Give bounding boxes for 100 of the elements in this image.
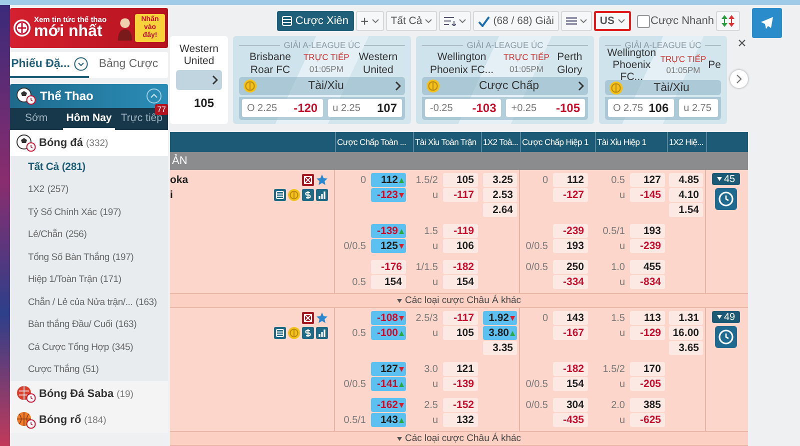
odds-button[interactable]: 304 xyxy=(553,398,588,412)
odds-button[interactable]: -182 xyxy=(443,260,478,274)
odds-button[interactable]: -139 xyxy=(443,377,478,391)
tab[interactable]: Phiếu Đặ... xyxy=(10,52,89,78)
market-item[interactable]: Hiệp 1/Toàn Trận (171) xyxy=(10,268,168,291)
close-icon[interactable] xyxy=(738,39,746,47)
more-asian-bets-link[interactable]: Các loại cược Châu Á khác xyxy=(170,431,748,445)
odds-button[interactable]: 1.31 xyxy=(669,311,703,325)
odds-button[interactable]: 3.80 xyxy=(483,326,517,340)
odds-button[interactable]: -176 xyxy=(371,260,406,274)
odds-button[interactable]: O 2.75 106 xyxy=(608,99,674,117)
market-item[interactable]: Tất Cả (281) xyxy=(10,156,168,178)
odds-button[interactable]: -334 xyxy=(553,275,588,289)
odds-format-dropdown[interactable]: US xyxy=(594,11,630,31)
odds-button[interactable]: -182 xyxy=(553,362,588,376)
odds-button[interactable]: -239 xyxy=(630,239,665,253)
market-bar[interactable]: Cược Chấp xyxy=(422,77,588,95)
odds-button[interactable]: 132 xyxy=(443,413,478,427)
odds-button[interactable]: 4.85 xyxy=(669,173,703,187)
odds-button[interactable]: 154 xyxy=(371,275,406,289)
odds-button[interactable]: 3.35 xyxy=(483,341,517,355)
odds-button[interactable]: -239 xyxy=(553,224,588,238)
odds-button[interactable]: -119 xyxy=(443,224,478,238)
market-bar[interactable]: Tài/Xỉu xyxy=(239,77,405,95)
market-bar[interactable] xyxy=(176,70,222,90)
market-item[interactable]: 1X2 (257) xyxy=(10,178,168,201)
odds-button[interactable]: -625 xyxy=(630,413,665,427)
odds-button[interactable]: 385 xyxy=(630,398,665,412)
odds-button[interactable]: 1.54 xyxy=(669,203,703,217)
parlay-button[interactable]: Cược Xiên xyxy=(277,11,354,31)
odds-button[interactable]: -0.25 -103 xyxy=(425,99,502,117)
more-bets-button[interactable]: 49 xyxy=(712,311,740,323)
market-item[interactable]: Cá Cược Tổng Hợp (345) xyxy=(10,336,168,358)
filter-dropdown[interactable]: Tất Cả xyxy=(386,11,438,31)
odds-button[interactable]: -205 xyxy=(630,377,665,391)
odds-button[interactable]: 143 xyxy=(553,311,588,325)
odds-button[interactable]: 125 xyxy=(371,239,406,253)
odds-button[interactable]: 143 xyxy=(371,413,406,427)
market-item[interactable]: Tổng Số Bàn Thắng (197) xyxy=(10,246,168,268)
odds-button[interactable]: 106 xyxy=(443,239,478,253)
odds-button[interactable]: 154 xyxy=(443,275,478,289)
market-item[interactable]: Cược Thắng (51) xyxy=(10,358,168,381)
odds-button[interactable]: 112 xyxy=(371,173,406,187)
odds-button[interactable]: -117 xyxy=(443,188,478,202)
tab[interactable]: Bảng Cược xyxy=(89,52,168,78)
odds-button[interactable]: 2.64 xyxy=(483,203,517,217)
odds-button[interactable]: 105 xyxy=(443,173,478,187)
odds-button[interactable]: u 2.25 107 xyxy=(328,99,402,117)
chevron-circle-icon[interactable] xyxy=(146,88,162,104)
odds-button[interactable]: 2.53 xyxy=(483,188,517,202)
odds-button[interactable]: 3.25 xyxy=(483,173,517,187)
market-item[interactable]: Bàn thắng Đầu/ Cuối (163) xyxy=(10,314,168,336)
view-dropdown[interactable] xyxy=(560,11,592,31)
odds-button[interactable]: 154 xyxy=(553,377,588,391)
league-filter-button[interactable]: (68 / 68) Giải xyxy=(473,11,559,31)
odds-button[interactable]: +0.25 -105 xyxy=(506,99,586,117)
odds-button[interactable]: 121 xyxy=(443,362,478,376)
sport-item[interactable]: Bóng rổ (184) xyxy=(10,407,168,433)
odds-button[interactable]: -129 xyxy=(630,326,665,340)
send-button[interactable] xyxy=(752,8,782,38)
odds-button[interactable]: 4.10 xyxy=(669,188,703,202)
odds-button[interactable]: 1.92 xyxy=(483,311,517,325)
odds-button[interactable]: -117 xyxy=(443,311,478,325)
odds-button[interactable]: -167 xyxy=(553,326,588,340)
odds-button[interactable]: 193 xyxy=(630,224,665,238)
odds-button[interactable]: -127 xyxy=(553,188,588,202)
sort-dropdown[interactable] xyxy=(439,11,472,31)
market-item[interactable]: Chẵn / Lẻ của Nửa trận/... (163) xyxy=(10,291,168,314)
odds-button[interactable]: 3.65 xyxy=(669,341,703,355)
market-item[interactable]: Tỷ Số Chính Xác (197) xyxy=(10,201,168,224)
add-menu-button[interactable]: + xyxy=(356,11,384,31)
odds-button[interactable]: -834 xyxy=(630,275,665,289)
odds-button[interactable]: 250 xyxy=(553,260,588,274)
odds-button[interactable]: 127 xyxy=(371,362,406,376)
next-button[interactable] xyxy=(730,70,748,88)
market-item[interactable]: Lẻ/Chẵn (256) xyxy=(10,224,168,246)
odds-button[interactable]: 16.00 xyxy=(669,326,703,340)
odds-change-button[interactable] xyxy=(716,11,740,31)
odds-button[interactable]: u 2.75 xyxy=(678,99,718,117)
odds-button[interactable]: -435 xyxy=(553,413,588,427)
checkbox[interactable] xyxy=(636,14,650,28)
odds-button[interactable]: -152 xyxy=(443,398,478,412)
more-asian-bets-link[interactable]: Các loại cược Châu Á khác xyxy=(170,293,748,307)
sport-item[interactable]: Bóng đá (332) xyxy=(10,130,168,156)
odds-button[interactable]: -145 xyxy=(630,188,665,202)
market-bar[interactable]: Tài/Xỉu xyxy=(605,80,721,95)
odds-button[interactable]: O 2.25 -120 xyxy=(242,99,323,117)
odds-button[interactable]: 113 xyxy=(630,311,665,325)
more-bets-button[interactable]: 45 xyxy=(712,173,740,185)
odds-button[interactable]: 455 xyxy=(630,260,665,274)
history-button[interactable] xyxy=(715,188,737,210)
odds-button[interactable]: 193 xyxy=(553,239,588,253)
sport-item[interactable]: Bóng Đá Saba (19) xyxy=(10,381,168,407)
period-tab[interactable]: Sớm xyxy=(10,108,63,130)
coin-icon xyxy=(426,79,440,93)
odds-button[interactable]: 112 xyxy=(553,173,588,187)
odds-button[interactable]: 127 xyxy=(630,173,665,187)
history-button[interactable] xyxy=(715,326,737,348)
odds-button[interactable]: 105 xyxy=(443,326,478,340)
odds-button[interactable]: 170 xyxy=(630,362,665,376)
